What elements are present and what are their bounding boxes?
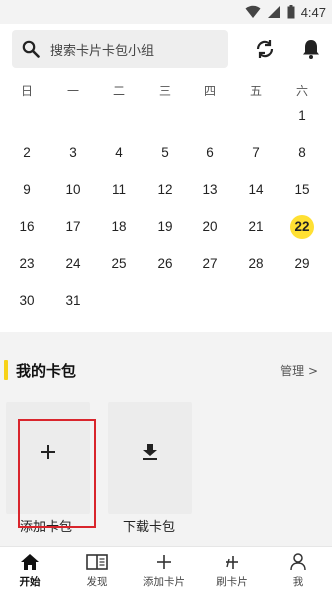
nav-label: 开始 [19, 576, 41, 588]
calendar-day[interactable]: 25 [104, 252, 134, 276]
section-title: 我的卡包 [16, 362, 77, 380]
calendar-day[interactable]: 27 [195, 252, 225, 276]
highlight-box [18, 419, 96, 528]
calendar-day[interactable]: 14 [241, 178, 271, 202]
search-input[interactable]: 搜索卡片卡包小组 [12, 30, 228, 68]
bottom-nav: 开始 发现 添加卡片 刷卡片 我 [0, 546, 332, 600]
calendar-day[interactable]: 6 [195, 141, 225, 165]
weekday-label: 五 [249, 84, 262, 98]
nav-add-card[interactable]: 添加卡片 [134, 553, 194, 589]
calendar-day[interactable]: 9 [12, 178, 42, 202]
weekday-label: 四 [203, 84, 216, 98]
calendar-day[interactable]: 23 [12, 252, 42, 276]
calendar-day[interactable]: 28 [241, 252, 271, 276]
calendar-day[interactable]: 30 [12, 289, 42, 313]
search-placeholder: 搜索卡片卡包小组 [50, 43, 155, 59]
download-pack-label: 下载卡包 [123, 520, 176, 535]
calendar-day[interactable]: 19 [150, 215, 180, 239]
nav-start[interactable]: 开始 [0, 553, 60, 589]
top-header: 搜索卡片卡包小组 [0, 24, 332, 76]
weekday-label: 日 [20, 84, 33, 98]
signal-icon [267, 6, 280, 18]
wifi-icon [245, 5, 261, 18]
weekday-label: 六 [295, 84, 308, 98]
calendar-day[interactable]: 10 [58, 178, 88, 202]
calendar: 日一二三四五六 1 2 3 4 5 6 7 8 9 10 11 12 13 14 15 16 17 18 19 20 2… [0, 76, 332, 332]
person-icon [290, 553, 306, 571]
calendar-day[interactable]: 31 [58, 289, 88, 313]
calendar-day[interactable]: 16 [12, 215, 42, 239]
status-time: 4:47 [300, 4, 326, 20]
calendar-day[interactable]: 3 [58, 141, 88, 165]
calendar-day[interactable]: 18 [104, 215, 134, 239]
calendar-day[interactable]: 20 [195, 215, 225, 239]
calendar-day[interactable]: 4 [104, 141, 134, 165]
plus-icon [157, 555, 171, 569]
calendar-day[interactable]: 17 [58, 215, 88, 239]
calendar-day[interactable]: 1 [287, 104, 317, 128]
book-icon [86, 554, 108, 570]
swipe-icon [226, 556, 238, 569]
nav-me[interactable]: 我 [268, 553, 328, 589]
weekday-label: 三 [158, 84, 171, 98]
nav-swipe[interactable]: 刷卡片 [202, 553, 262, 589]
section-accent-bar [4, 360, 8, 380]
calendar-day[interactable]: 15 [287, 178, 317, 202]
calendar-day[interactable]: 21 [241, 215, 271, 239]
nav-label: 添加卡片 [143, 576, 185, 588]
nav-discover[interactable]: 发现 [67, 553, 127, 589]
home-icon [21, 554, 39, 570]
calendar-day[interactable]: 13 [195, 178, 225, 202]
sync-icon[interactable] [254, 38, 276, 60]
nav-label: 我 [292, 576, 304, 588]
calendar-day[interactable]: 8 [287, 141, 317, 165]
status-bar: 4:47 [0, 0, 332, 24]
weekday-label: 二 [112, 84, 125, 98]
nav-label: 发现 [86, 576, 108, 588]
manage-link[interactable]: 管理 > [280, 362, 318, 379]
battery-icon [287, 5, 295, 19]
search-icon [22, 40, 40, 58]
weekday-label: 一 [66, 84, 79, 98]
calendar-day[interactable]: 24 [58, 252, 88, 276]
calendar-day-today[interactable]: 22 [290, 215, 314, 239]
nav-label: 刷卡片 [216, 576, 248, 588]
my-packs-header: 我的卡包 管理 > [0, 346, 332, 392]
calendar-day[interactable]: 26 [150, 252, 180, 276]
calendar-day[interactable]: 2 [12, 141, 42, 165]
download-pack-tile[interactable] [108, 402, 192, 514]
bell-icon[interactable] [300, 38, 322, 60]
calendar-day[interactable]: 11 [104, 178, 134, 202]
calendar-day[interactable]: 7 [241, 141, 271, 165]
calendar-day[interactable]: 29 [287, 252, 317, 276]
weekday-header: 日一二三四五六 [0, 82, 332, 102]
calendar-day[interactable]: 5 [150, 141, 180, 165]
calendar-day[interactable]: 12 [150, 178, 180, 202]
download-icon [143, 444, 157, 460]
